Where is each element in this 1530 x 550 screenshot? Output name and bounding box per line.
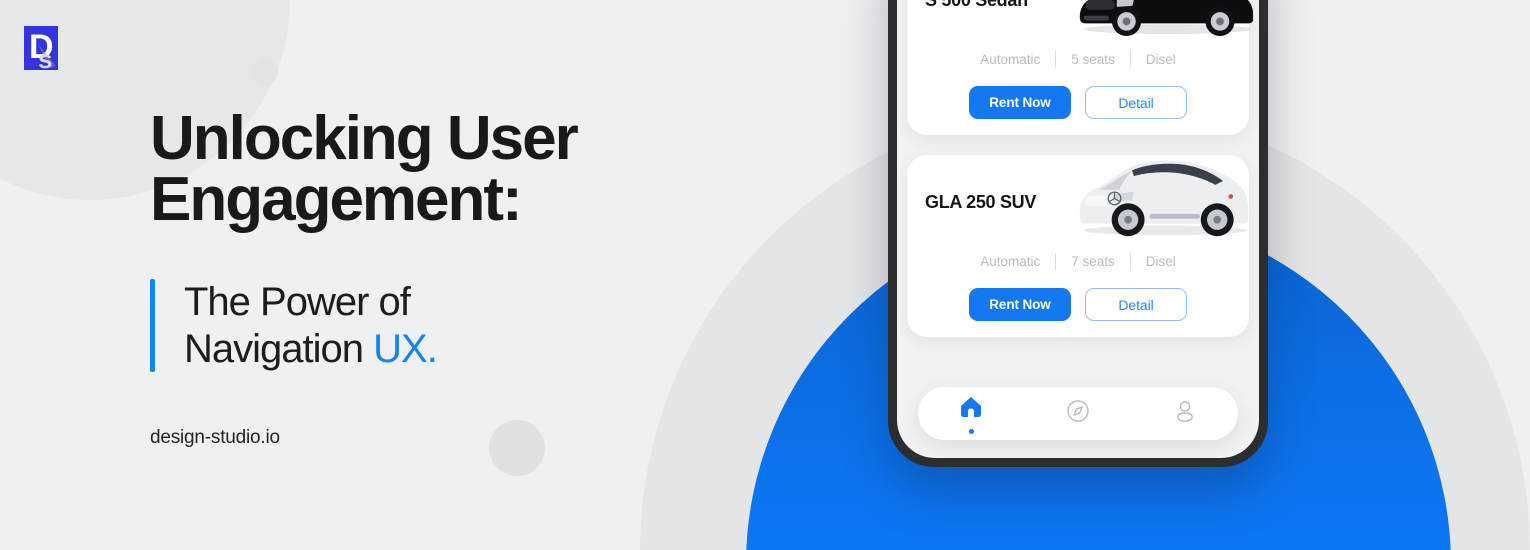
detail-button[interactable]: Detail [1085,86,1187,119]
spec-fuel: Disel [1145,52,1176,67]
nav-item-profile[interactable] [1162,391,1208,437]
hero-copy: Unlocking User Engagement: The Power of … [150,108,710,449]
car-card-header: GLA 250 SUV [925,160,1249,236]
car-card-header: S 500 Sedan [925,0,1254,37]
svg-text:UI UX: UI UX [16,30,18,48]
website-url: design-studio.io [150,427,280,449]
rent-now-button[interactable]: Rent Now [969,86,1071,119]
profile-icon [1172,398,1198,429]
decor-dot-small [251,59,278,86]
nav-item-explore[interactable] [1055,391,1101,437]
spec-seats: 7 seats [1071,254,1115,269]
svg-text:s: s [38,44,52,74]
promo-banner: UI UX D s Unlocking User Engagement: The… [0,0,1530,550]
spec-transmission: Automatic [980,254,1041,269]
home-icon [958,394,984,425]
compass-icon [1065,398,1091,429]
spec-fuel: Disel [1145,254,1176,269]
subheading-line-2-text: Navigation [184,326,374,371]
white-suv-car-image [1067,150,1257,242]
phone-mockup: S 500 Sedan [888,0,1268,467]
car-specs: Automatic 5 seats Disel [925,51,1231,68]
active-indicator-dot [968,428,974,434]
subheading-line-1: The Power of [184,279,411,324]
car-card-actions: Rent Now Detail [925,86,1231,119]
car-card[interactable]: GLA 250 SUV Automatic 7 seats Disel Rent… [907,155,1249,337]
car-name: S 500 Sedan [925,0,1028,11]
ds-logo-icon[interactable]: UI UX D s [16,20,64,76]
nav-item-home[interactable] [948,391,994,437]
car-specs: Automatic 7 seats Disel [925,253,1231,270]
accent-bar [150,278,155,373]
subheading-line-2: Navigation UX. [184,326,438,373]
car-name: GLA 250 SUV [925,191,1037,212]
spec-transmission: Automatic [980,52,1041,67]
bottom-navigation [918,387,1238,440]
detail-button[interactable]: Detail [1085,288,1187,321]
car-card-actions: Rent Now Detail [925,288,1231,321]
subheading: The Power of Navigation UX. [184,279,438,373]
subheading-block: The Power of Navigation UX. [150,278,710,373]
spec-seats: 5 seats [1071,52,1115,67]
rent-now-button[interactable]: Rent Now [969,288,1071,321]
car-card[interactable]: S 500 Sedan [907,0,1254,135]
subheading-accent: UX. [373,326,438,371]
black-sedan-car-image [1072,0,1257,39]
page-title: Unlocking User Engagement: [150,104,579,235]
phone-screen: S 500 Sedan [897,0,1259,458]
